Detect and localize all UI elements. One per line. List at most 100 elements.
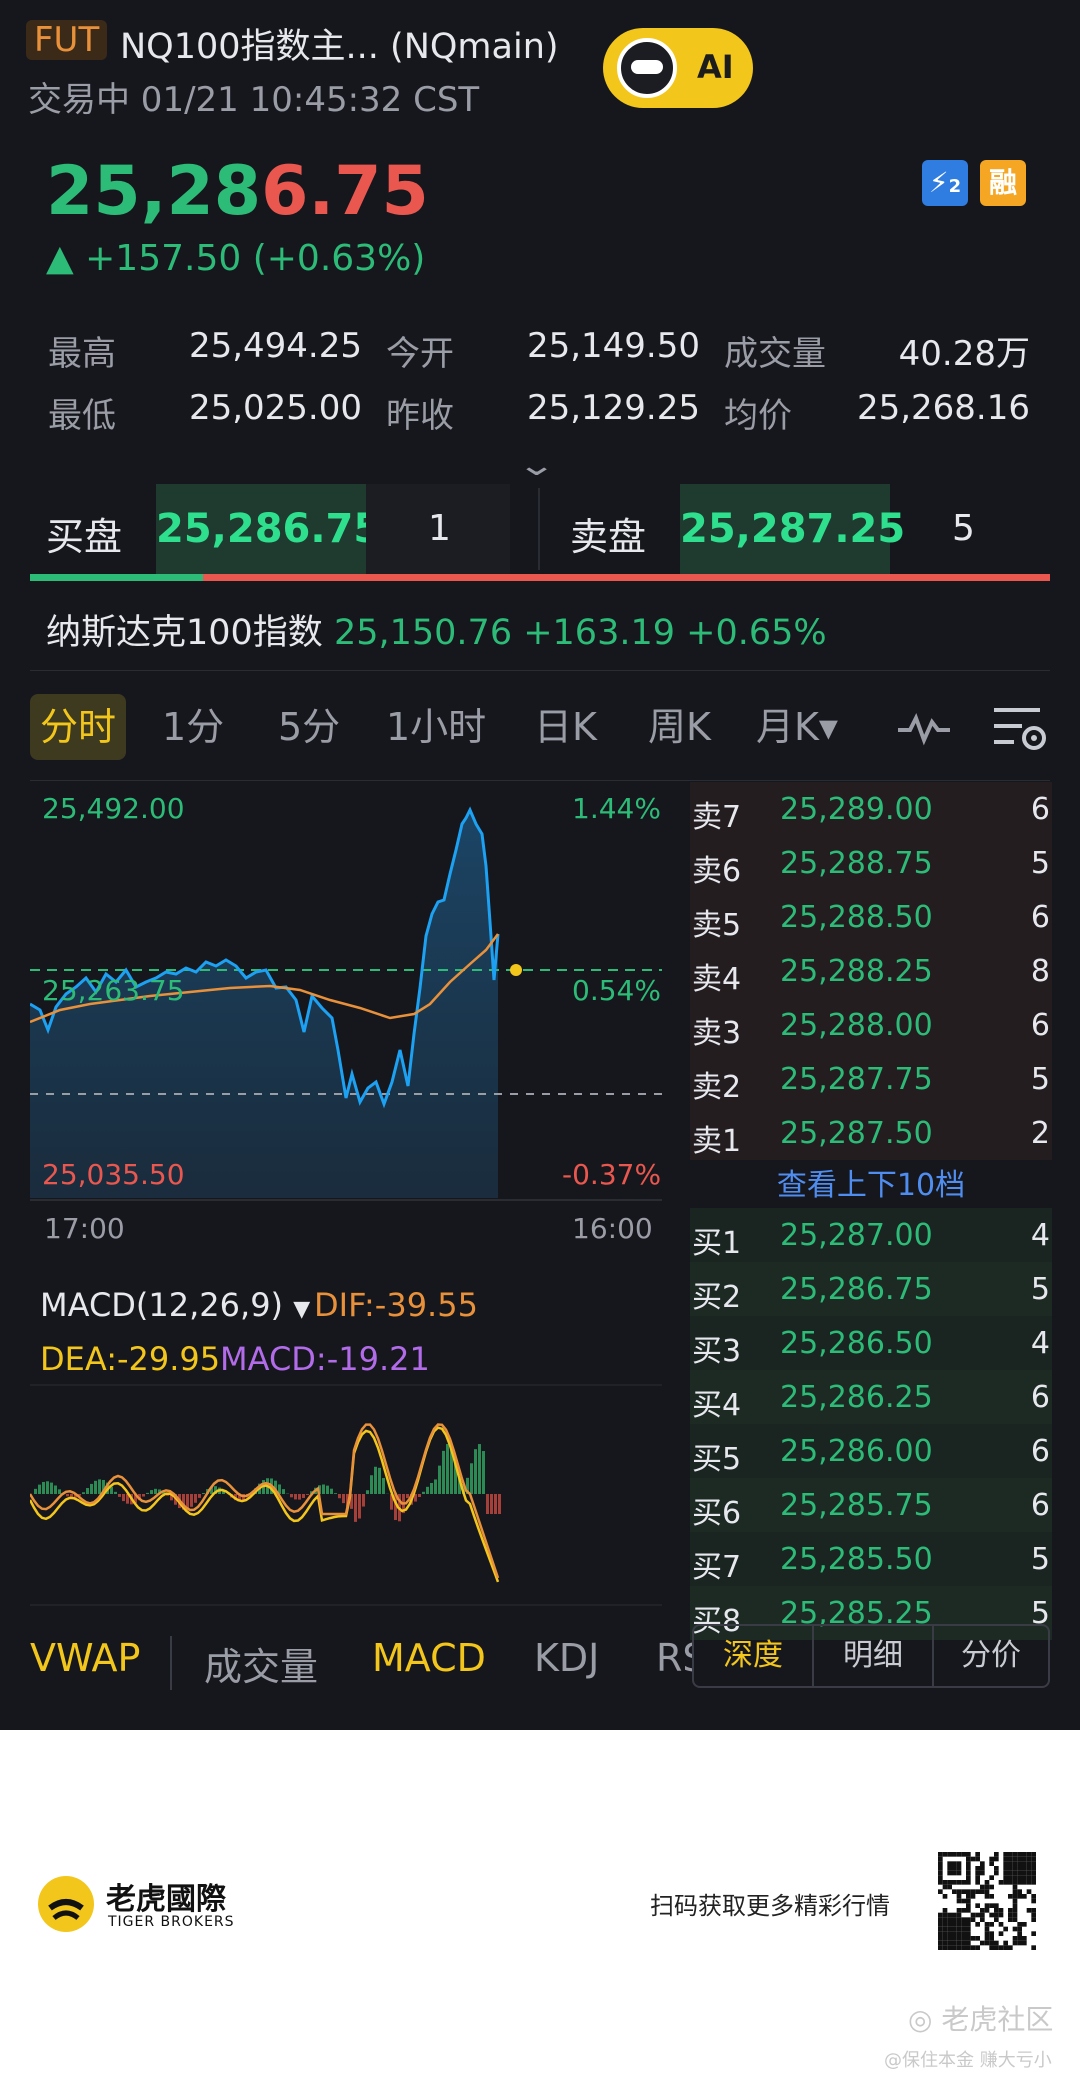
bid-level-row[interactable]: 买2 25,286.75 5 bbox=[690, 1262, 1052, 1316]
qr-module bbox=[980, 1889, 985, 1894]
indicator-tab-volume[interactable]: 成交量 bbox=[204, 1636, 318, 1691]
qr-module bbox=[989, 1856, 994, 1862]
qr-module bbox=[989, 1861, 994, 1866]
scan-text: 扫码获取更多精彩行情 bbox=[650, 1892, 890, 1920]
qr-module bbox=[1017, 1940, 1022, 1946]
index-value: 25,150.76 +163.19 +0.65% bbox=[333, 613, 827, 653]
indicator-tab-rsi[interactable]: RSI bbox=[656, 1636, 692, 1680]
qr-module bbox=[961, 1936, 966, 1941]
qr-module bbox=[994, 1856, 999, 1862]
chart-settings-icon[interactable] bbox=[992, 702, 1048, 754]
qr-module bbox=[998, 1922, 1004, 1927]
bid-level-row[interactable]: 买7 25,285.50 5 bbox=[690, 1532, 1052, 1586]
qr-module bbox=[1026, 1852, 1032, 1857]
qr-module bbox=[966, 1940, 971, 1946]
macd-histogram-bar bbox=[154, 1488, 157, 1494]
ask-level-row[interactable]: 卖6 25,288.75 5 bbox=[690, 836, 1052, 890]
qr-module bbox=[1003, 1945, 1008, 1950]
trading-status: 交易中 01/21 10:45:32 CST bbox=[28, 80, 480, 120]
indicator-tab-vwap[interactable]: VWAP bbox=[30, 1636, 140, 1680]
last-price: 25,286.75 bbox=[46, 152, 429, 231]
bid-price[interactable]: 25,286.75 bbox=[156, 484, 381, 574]
ask-level-row[interactable]: 卖1 25,287.50 2 bbox=[690, 1106, 1052, 1160]
user-watermark: @保住本金 赚大亏小 bbox=[884, 2050, 1052, 2071]
ask-level-row[interactable]: 卖2 25,287.75 5 bbox=[690, 1052, 1052, 1106]
ai-assistant-button[interactable]: AI bbox=[603, 28, 753, 108]
bid-level-row[interactable]: 买3 25,286.50 4 bbox=[690, 1316, 1052, 1370]
qr-module bbox=[947, 1940, 952, 1946]
view-10-levels-link[interactable]: 查看上下10档 bbox=[690, 1160, 1052, 1204]
ask-level-row[interactable]: 卖7 25,289.00 6 bbox=[690, 782, 1052, 836]
qr-module bbox=[994, 1903, 999, 1908]
level-qty: 5 bbox=[1030, 846, 1050, 881]
tab-1min[interactable]: 1分 bbox=[162, 694, 224, 760]
qr-module bbox=[966, 1903, 971, 1908]
qr-module bbox=[998, 1908, 1004, 1913]
bid-level-row[interactable]: 买5 25,286.00 6 bbox=[690, 1424, 1052, 1478]
ask-price[interactable]: 25,287.25 bbox=[680, 484, 905, 574]
ask-level-row[interactable]: 卖4 25,288.25 8 bbox=[690, 944, 1052, 998]
last-price-suffix: 6.75 bbox=[261, 152, 429, 231]
tab-intraday[interactable]: 分时 bbox=[30, 694, 127, 760]
ask-level-row[interactable]: 卖5 25,288.50 6 bbox=[690, 890, 1052, 944]
qr-module bbox=[966, 1856, 971, 1862]
qr-module bbox=[989, 1903, 994, 1908]
qr-module bbox=[1012, 1912, 1018, 1918]
qr-module bbox=[984, 1922, 990, 1927]
qr-module bbox=[994, 1852, 999, 1857]
level-qty: 6 bbox=[1030, 1008, 1050, 1043]
tab-5min[interactable]: 5分 bbox=[278, 694, 340, 760]
macd-title[interactable]: MACD(12,26,9) ▼ bbox=[40, 1286, 310, 1324]
qr-module bbox=[961, 1931, 966, 1936]
macd-chart[interactable] bbox=[30, 1384, 662, 1606]
qr-module bbox=[947, 1922, 952, 1927]
macd-dea: DEA:-29.95 bbox=[40, 1340, 221, 1378]
tab-1hour[interactable]: 1小时 bbox=[386, 694, 486, 760]
indicator-tab-macd[interactable]: MACD bbox=[372, 1636, 486, 1680]
macd-histogram-bar bbox=[190, 1494, 193, 1507]
qr-module bbox=[1008, 1866, 1013, 1871]
qr-module bbox=[1031, 1875, 1036, 1880]
ask-level-row[interactable]: 卖3 25,288.00 6 bbox=[690, 998, 1052, 1052]
qr-code-icon bbox=[938, 1852, 1036, 1950]
qr-module bbox=[989, 1936, 994, 1941]
indicator-tab-kdj[interactable]: KDJ bbox=[534, 1636, 599, 1680]
qr-module bbox=[966, 1866, 971, 1871]
seg-depth[interactable]: 深度 bbox=[694, 1626, 812, 1686]
indicator-wave-icon[interactable] bbox=[896, 708, 952, 748]
qr-module bbox=[1017, 1852, 1022, 1857]
tab-daily[interactable]: 日K bbox=[534, 694, 597, 760]
macd-dif: DIF:-39.55 bbox=[314, 1286, 478, 1324]
qr-module bbox=[956, 1866, 962, 1871]
qr-module bbox=[975, 1856, 980, 1862]
community-watermark: ◎ 老虎社区 bbox=[908, 1998, 1053, 2038]
tab-weekly[interactable]: 周K bbox=[648, 694, 711, 760]
level-price: 25,289.00 bbox=[780, 792, 933, 827]
macd-histogram-bar bbox=[474, 1449, 477, 1494]
margin-badge-icon[interactable]: 融 bbox=[980, 160, 1026, 206]
bid-level-row[interactable]: 买4 25,286.25 6 bbox=[690, 1370, 1052, 1424]
level-label: 买6 bbox=[692, 1496, 742, 1531]
underlying-index[interactable]: 纳斯达克100指数 25,150.76 +163.19 +0.65% bbox=[46, 604, 827, 655]
ai-label: AI bbox=[697, 48, 734, 86]
qr-module bbox=[966, 1894, 971, 1899]
qr-module bbox=[938, 1870, 943, 1876]
instrument-title[interactable]: NQ100指数主... (NQmain) bbox=[120, 18, 559, 69]
qr-module bbox=[980, 1917, 985, 1922]
tab-monthly[interactable]: 月K▾ bbox=[756, 694, 838, 760]
qr-module bbox=[956, 1870, 962, 1876]
bid-level-row[interactable]: 买6 25,285.75 6 bbox=[690, 1478, 1052, 1532]
bid-level-row[interactable]: 买1 25,287.00 4 bbox=[690, 1208, 1052, 1262]
qr-module bbox=[1008, 1856, 1013, 1862]
qr-module bbox=[1022, 1852, 1027, 1857]
macd-histogram-bar bbox=[82, 1492, 85, 1494]
lightning-trade-icon[interactable]: ⚡2 bbox=[922, 160, 968, 206]
app-screen: FUT NQ100指数主... (NQmain) 交易中 01/21 10:45… bbox=[0, 0, 1080, 1730]
macd-histogram-bar bbox=[142, 1494, 145, 1497]
seg-detail[interactable]: 明细 bbox=[814, 1626, 932, 1686]
level-label: 卖6 bbox=[692, 854, 742, 889]
expand-chevron-icon[interactable]: ⌄ bbox=[516, 448, 556, 483]
macd-histogram-bar bbox=[426, 1486, 429, 1494]
qr-module bbox=[975, 1936, 980, 1941]
seg-price-distribution[interactable]: 分价 bbox=[934, 1626, 1048, 1686]
